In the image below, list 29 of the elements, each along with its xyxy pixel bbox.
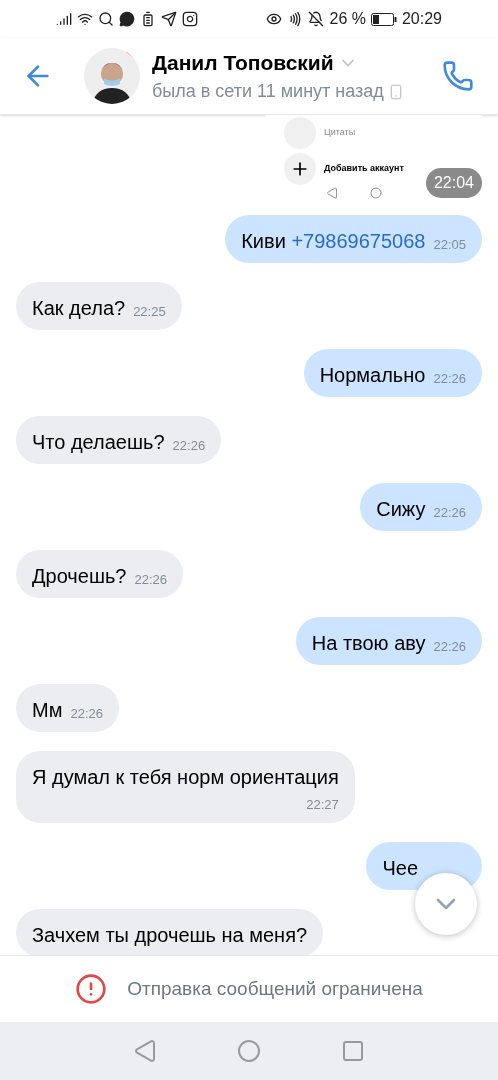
message-text: Киви +79869675068 bbox=[241, 229, 426, 253]
account-item: Добавить аккаунт bbox=[324, 162, 404, 176]
contact-name[interactable]: Данил Топовский bbox=[152, 46, 334, 79]
message-time: 22:27 bbox=[306, 797, 339, 813]
message-text: Как дела? bbox=[32, 296, 126, 320]
message-text: Чее bbox=[382, 856, 418, 880]
restriction-notice: Отправка сообщений ограничена bbox=[127, 976, 423, 1001]
message-text: Зачхем ты дрочешь на меня? bbox=[32, 923, 308, 947]
account-item: Цитаты bbox=[324, 126, 356, 140]
message-text: Нормально bbox=[319, 363, 426, 387]
message-time: 22:05 bbox=[433, 237, 466, 253]
message-text: Я думал к тебя норм ориентация bbox=[32, 765, 339, 789]
message-text: Дрочешь? bbox=[32, 564, 127, 588]
message-time: 22:26 bbox=[433, 505, 466, 521]
message-time: 22:25 bbox=[133, 304, 166, 320]
message-time: 22:26 bbox=[70, 706, 103, 722]
message-text: Мм bbox=[32, 698, 63, 722]
message-time: 22:26 bbox=[172, 438, 206, 454]
battery-percent: 26 % bbox=[329, 9, 366, 29]
message-text: На твою аву bbox=[311, 631, 426, 655]
message-text: Что делаешь? bbox=[32, 430, 165, 454]
last-seen-status: была в сети 11 минут назад bbox=[152, 80, 384, 104]
message-time: 22:26 bbox=[134, 572, 168, 588]
phone-link[interactable]: +79869675068 bbox=[291, 230, 426, 252]
clock: 20:29 bbox=[401, 9, 442, 29]
image-time-badge: 22:04 bbox=[425, 168, 482, 198]
message-text: Сижу bbox=[376, 497, 426, 521]
message-time: 22:26 bbox=[433, 371, 466, 387]
message-time: 22:26 bbox=[433, 639, 466, 655]
